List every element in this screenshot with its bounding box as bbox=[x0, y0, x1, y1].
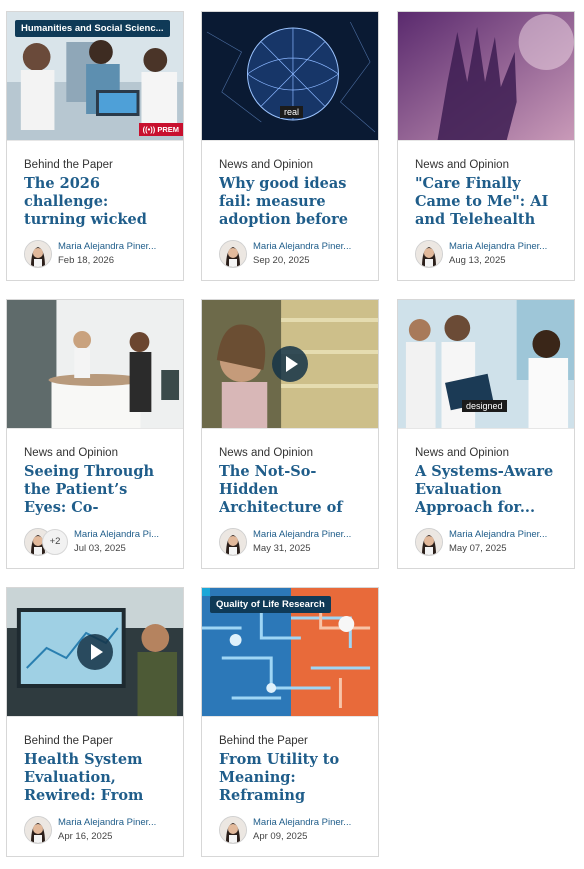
article-thumbnail[interactable] bbox=[7, 588, 183, 717]
article-title[interactable]: Why good ideas fail: measure adoption be… bbox=[219, 175, 368, 229]
article-thumbnail[interactable] bbox=[7, 300, 183, 429]
article-card[interactable]: designed News and Opinion A Systems-Awar… bbox=[397, 299, 575, 569]
publish-date: Feb 18, 2026 bbox=[58, 255, 114, 266]
collection-badge[interactable]: Quality of Life Research bbox=[210, 596, 331, 613]
article-category: News and Opinion bbox=[24, 447, 118, 459]
article-card[interactable]: News and Opinion The Not-So-Hidden Archi… bbox=[201, 299, 379, 569]
author-row: Maria Alejandra Piner... May 31, 2025 bbox=[219, 528, 374, 556]
article-category: News and Opinion bbox=[219, 159, 313, 171]
author-row: Maria Alejandra Piner... Sep 20, 2025 bbox=[219, 240, 374, 268]
avatar[interactable] bbox=[415, 240, 443, 268]
author-name[interactable]: Maria Alejandra Piner... bbox=[58, 817, 176, 828]
article-card[interactable]: real News and Opinion Why good ideas fai… bbox=[201, 11, 379, 281]
article-title[interactable]: A Systems-Aware Evaluation Approach for.… bbox=[415, 463, 564, 517]
author-row: Maria Alejandra Piner... May 07, 2025 bbox=[415, 528, 570, 556]
article-title[interactable]: From Utility to Meaning: Reframing Healt… bbox=[219, 751, 368, 805]
article-card[interactable]: Behind the Paper Health System Evaluatio… bbox=[6, 587, 184, 857]
more-authors-count[interactable]: +2 bbox=[42, 529, 68, 555]
avatar[interactable] bbox=[24, 816, 52, 844]
article-category: News and Opinion bbox=[415, 159, 509, 171]
article-grid: Humanities and Social Scienc... ((•)) PR… bbox=[0, 0, 584, 869]
author-row: Maria Alejandra Piner... Aug 13, 2025 bbox=[415, 240, 570, 268]
author-name[interactable]: Maria Alejandra Piner... bbox=[449, 529, 567, 540]
article-card[interactable]: News and Opinion Seeing Through the Pati… bbox=[6, 299, 184, 569]
author-row: Maria Alejandra Piner... Apr 09, 2025 bbox=[219, 816, 374, 844]
article-thumbnail[interactable]: designed bbox=[398, 300, 574, 429]
publish-date: Aug 13, 2025 bbox=[449, 255, 506, 266]
article-card[interactable]: Humanities and Social Scienc... ((•)) PR… bbox=[6, 11, 184, 281]
publish-date: Apr 16, 2025 bbox=[58, 831, 113, 842]
avatar[interactable] bbox=[24, 240, 52, 268]
network-globe-image bbox=[202, 12, 378, 140]
author-row: Maria Alejandra Piner... Feb 18, 2026 bbox=[24, 240, 179, 268]
broadcast-icon: ((•)) bbox=[142, 125, 156, 134]
article-category: News and Opinion bbox=[415, 447, 509, 459]
publish-date: Sep 20, 2025 bbox=[253, 255, 310, 266]
article-thumbnail[interactable]: Humanities and Social Scienc... ((•)) PR… bbox=[7, 12, 183, 141]
article-title[interactable]: "Care Finally Came to Me": AI and Telehe… bbox=[415, 175, 564, 229]
digital-hand-image bbox=[398, 12, 574, 140]
article-category: Behind the Paper bbox=[24, 159, 113, 171]
article-card[interactable]: News and Opinion "Care Finally Came to M… bbox=[397, 11, 575, 281]
clinic-reception-image bbox=[7, 300, 183, 428]
article-thumbnail[interactable] bbox=[398, 12, 574, 141]
article-category: Behind the Paper bbox=[219, 735, 308, 747]
article-title[interactable]: Seeing Through the Patient’s Eyes: Co-de… bbox=[24, 463, 173, 517]
play-icon[interactable] bbox=[77, 634, 113, 670]
author-name[interactable]: Maria Alejandra Piner... bbox=[253, 529, 371, 540]
publish-date: Apr 09, 2025 bbox=[253, 831, 308, 842]
article-thumbnail[interactable]: real bbox=[202, 12, 378, 141]
author-name[interactable]: Maria Alejandra Piner... bbox=[253, 817, 371, 828]
author-name[interactable]: Maria Alejandra Pi... bbox=[74, 529, 176, 540]
article-card[interactable]: Quality of Life Research Behind the Pape… bbox=[201, 587, 379, 857]
publish-date: May 07, 2025 bbox=[449, 543, 507, 554]
article-thumbnail[interactable] bbox=[202, 300, 378, 429]
author-name[interactable]: Maria Alejandra Piner... bbox=[253, 241, 371, 252]
play-icon[interactable] bbox=[272, 346, 308, 382]
avatar[interactable] bbox=[219, 240, 247, 268]
author-row: +2 Maria Alejandra Pi... Jul 03, 2025 bbox=[24, 528, 179, 556]
article-title[interactable]: The Not-So-Hidden Architecture of Our Ch… bbox=[219, 463, 368, 517]
article-category: News and Opinion bbox=[219, 447, 313, 459]
publish-date: Jul 03, 2025 bbox=[74, 543, 126, 554]
article-thumbnail[interactable]: Quality of Life Research bbox=[202, 588, 378, 717]
image-tag: real bbox=[280, 106, 304, 118]
avatar[interactable] bbox=[219, 528, 247, 556]
image-tag: designed bbox=[462, 400, 507, 412]
publish-date: May 31, 2025 bbox=[253, 543, 311, 554]
author-name[interactable]: Maria Alejandra Piner... bbox=[58, 241, 176, 252]
author-name[interactable]: Maria Alejandra Piner... bbox=[449, 241, 567, 252]
corner-flag bbox=[202, 588, 210, 596]
author-row: Maria Alejandra Piner... Apr 16, 2025 bbox=[24, 816, 179, 844]
article-category: Behind the Paper bbox=[24, 735, 113, 747]
article-title[interactable]: Health System Evaluation, Rewired: From … bbox=[24, 751, 173, 805]
avatar[interactable] bbox=[415, 528, 443, 556]
avatar[interactable] bbox=[219, 816, 247, 844]
article-title[interactable]: The 2026 challenge: turning wicked probl… bbox=[24, 175, 173, 229]
premium-label: ((•)) PREM bbox=[138, 123, 183, 136]
collection-badge[interactable]: Humanities and Social Scienc... bbox=[15, 20, 170, 37]
